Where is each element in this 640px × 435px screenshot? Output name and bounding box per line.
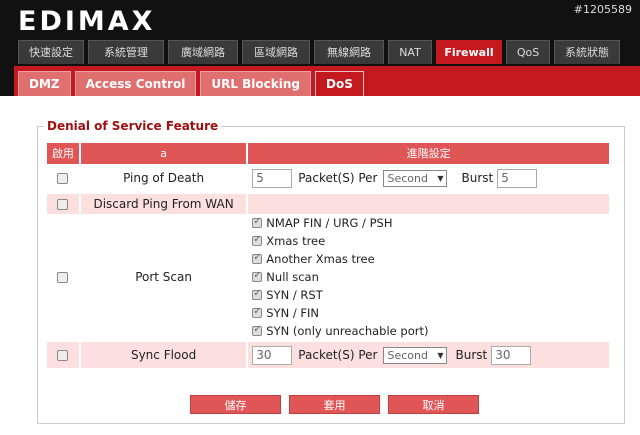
sync-flood-burst-label: Burst bbox=[455, 348, 488, 362]
apply-button[interactable]: 套用 bbox=[289, 395, 380, 414]
port-scan-option[interactable]: Xmas tree bbox=[252, 233, 325, 249]
checkbox-icon[interactable] bbox=[252, 252, 263, 264]
port-scan-option[interactable]: SYN / RST bbox=[252, 287, 323, 303]
sync-flood-label: Sync Flood bbox=[80, 342, 247, 368]
checkbox-icon[interactable] bbox=[252, 324, 263, 336]
ping-of-death-unit-select[interactable]: Second bbox=[383, 169, 448, 187]
port-scan-option[interactable]: Null scan bbox=[252, 269, 319, 285]
enable-ping-of-death-checkbox[interactable] bbox=[57, 172, 69, 184]
enable-sync-flood-checkbox[interactable] bbox=[57, 349, 69, 361]
tab-qos[interactable]: QoS bbox=[506, 40, 550, 64]
tab-nat[interactable]: NAT bbox=[388, 40, 432, 64]
checkbox-icon[interactable] bbox=[252, 216, 263, 228]
enable-port-scan-checkbox[interactable] bbox=[57, 271, 69, 283]
row-discard-ping: Discard Ping From WAN bbox=[47, 194, 610, 214]
checkbox-icon[interactable] bbox=[252, 288, 263, 300]
cancel-button[interactable]: 取消 bbox=[388, 395, 479, 414]
subtab-access-control[interactable]: Access Control bbox=[74, 71, 197, 96]
ping-of-death-per-label: Packet(S) Per bbox=[298, 171, 378, 185]
header-enable: 啟用 bbox=[47, 143, 79, 164]
save-button[interactable]: 儲存 bbox=[190, 395, 281, 414]
checkbox-icon[interactable] bbox=[252, 234, 263, 246]
tab-lan[interactable]: 區域網路 bbox=[242, 40, 310, 64]
subtab-dos[interactable]: DoS bbox=[315, 71, 364, 96]
ping-of-death-burst-label: Burst bbox=[461, 171, 494, 185]
dos-table: 啟用 a 進階設定 Ping of Death 5 Packet(S) Per … bbox=[47, 143, 610, 368]
main-nav: 快速設定 系統管理 廣域網路 區域網路 無線網路 NAT Firewall Qo… bbox=[18, 40, 620, 64]
checkbox-icon[interactable] bbox=[252, 306, 263, 318]
section-legend: Denial of Service Feature bbox=[47, 119, 219, 133]
tab-system-status[interactable]: 系統狀態 bbox=[554, 40, 620, 64]
checkbox-icon[interactable] bbox=[252, 270, 263, 282]
sync-flood-burst-input[interactable]: 30 bbox=[491, 345, 532, 365]
port-scan-option[interactable]: NMAP FIN / URG / PSH bbox=[252, 215, 392, 231]
enable-discard-ping-checkbox[interactable] bbox=[57, 198, 69, 210]
ping-of-death-burst-input[interactable]: 5 bbox=[497, 168, 538, 188]
port-scan-option[interactable]: SYN (only unreachable port) bbox=[252, 323, 428, 339]
ping-of-death-label: Ping of Death bbox=[123, 171, 205, 185]
tab-quick-setup[interactable]: 快速設定 bbox=[18, 40, 84, 64]
tab-wireless[interactable]: 無線網路 bbox=[314, 40, 384, 64]
row-ping-of-death: Ping of Death 5 Packet(S) Per Second Bur… bbox=[47, 164, 609, 192]
watermark: #1205589 bbox=[573, 3, 632, 16]
tab-firewall[interactable]: Firewall bbox=[436, 40, 502, 64]
port-scan-option[interactable]: SYN / FIN bbox=[252, 305, 319, 321]
port-scan-option[interactable]: Another Xmas tree bbox=[252, 251, 375, 267]
row-sync-flood: Sync Flood 30 Packet(S) Per Second Burst… bbox=[47, 342, 610, 368]
sync-flood-packets-input[interactable]: 30 bbox=[252, 345, 293, 365]
header-advanced: 進階設定 bbox=[248, 143, 609, 164]
tab-system-management[interactable]: 系統管理 bbox=[88, 40, 164, 64]
sub-nav: DMZ Access Control URL Blocking DoS bbox=[18, 71, 364, 96]
subtab-dmz[interactable]: DMZ bbox=[18, 71, 71, 96]
header-name: a bbox=[80, 143, 247, 164]
sync-flood-per-label: Packet(S) Per bbox=[298, 348, 378, 362]
sync-flood-unit-select[interactable]: Second bbox=[383, 346, 448, 364]
row-port-scan: Port Scan NMAP FIN / URG / PSH Xmas tree… bbox=[47, 214, 609, 340]
subtab-url-blocking[interactable]: URL Blocking bbox=[200, 71, 311, 96]
port-scan-label: Port Scan bbox=[135, 270, 192, 284]
discard-ping-label: Discard Ping From WAN bbox=[80, 194, 247, 214]
edimax-logo: EDIMAX bbox=[18, 6, 156, 37]
tab-wan[interactable]: 廣域網路 bbox=[168, 40, 238, 64]
ping-of-death-packets-input[interactable]: 5 bbox=[252, 168, 293, 188]
table-header: 啟用 a 進階設定 bbox=[47, 143, 609, 164]
